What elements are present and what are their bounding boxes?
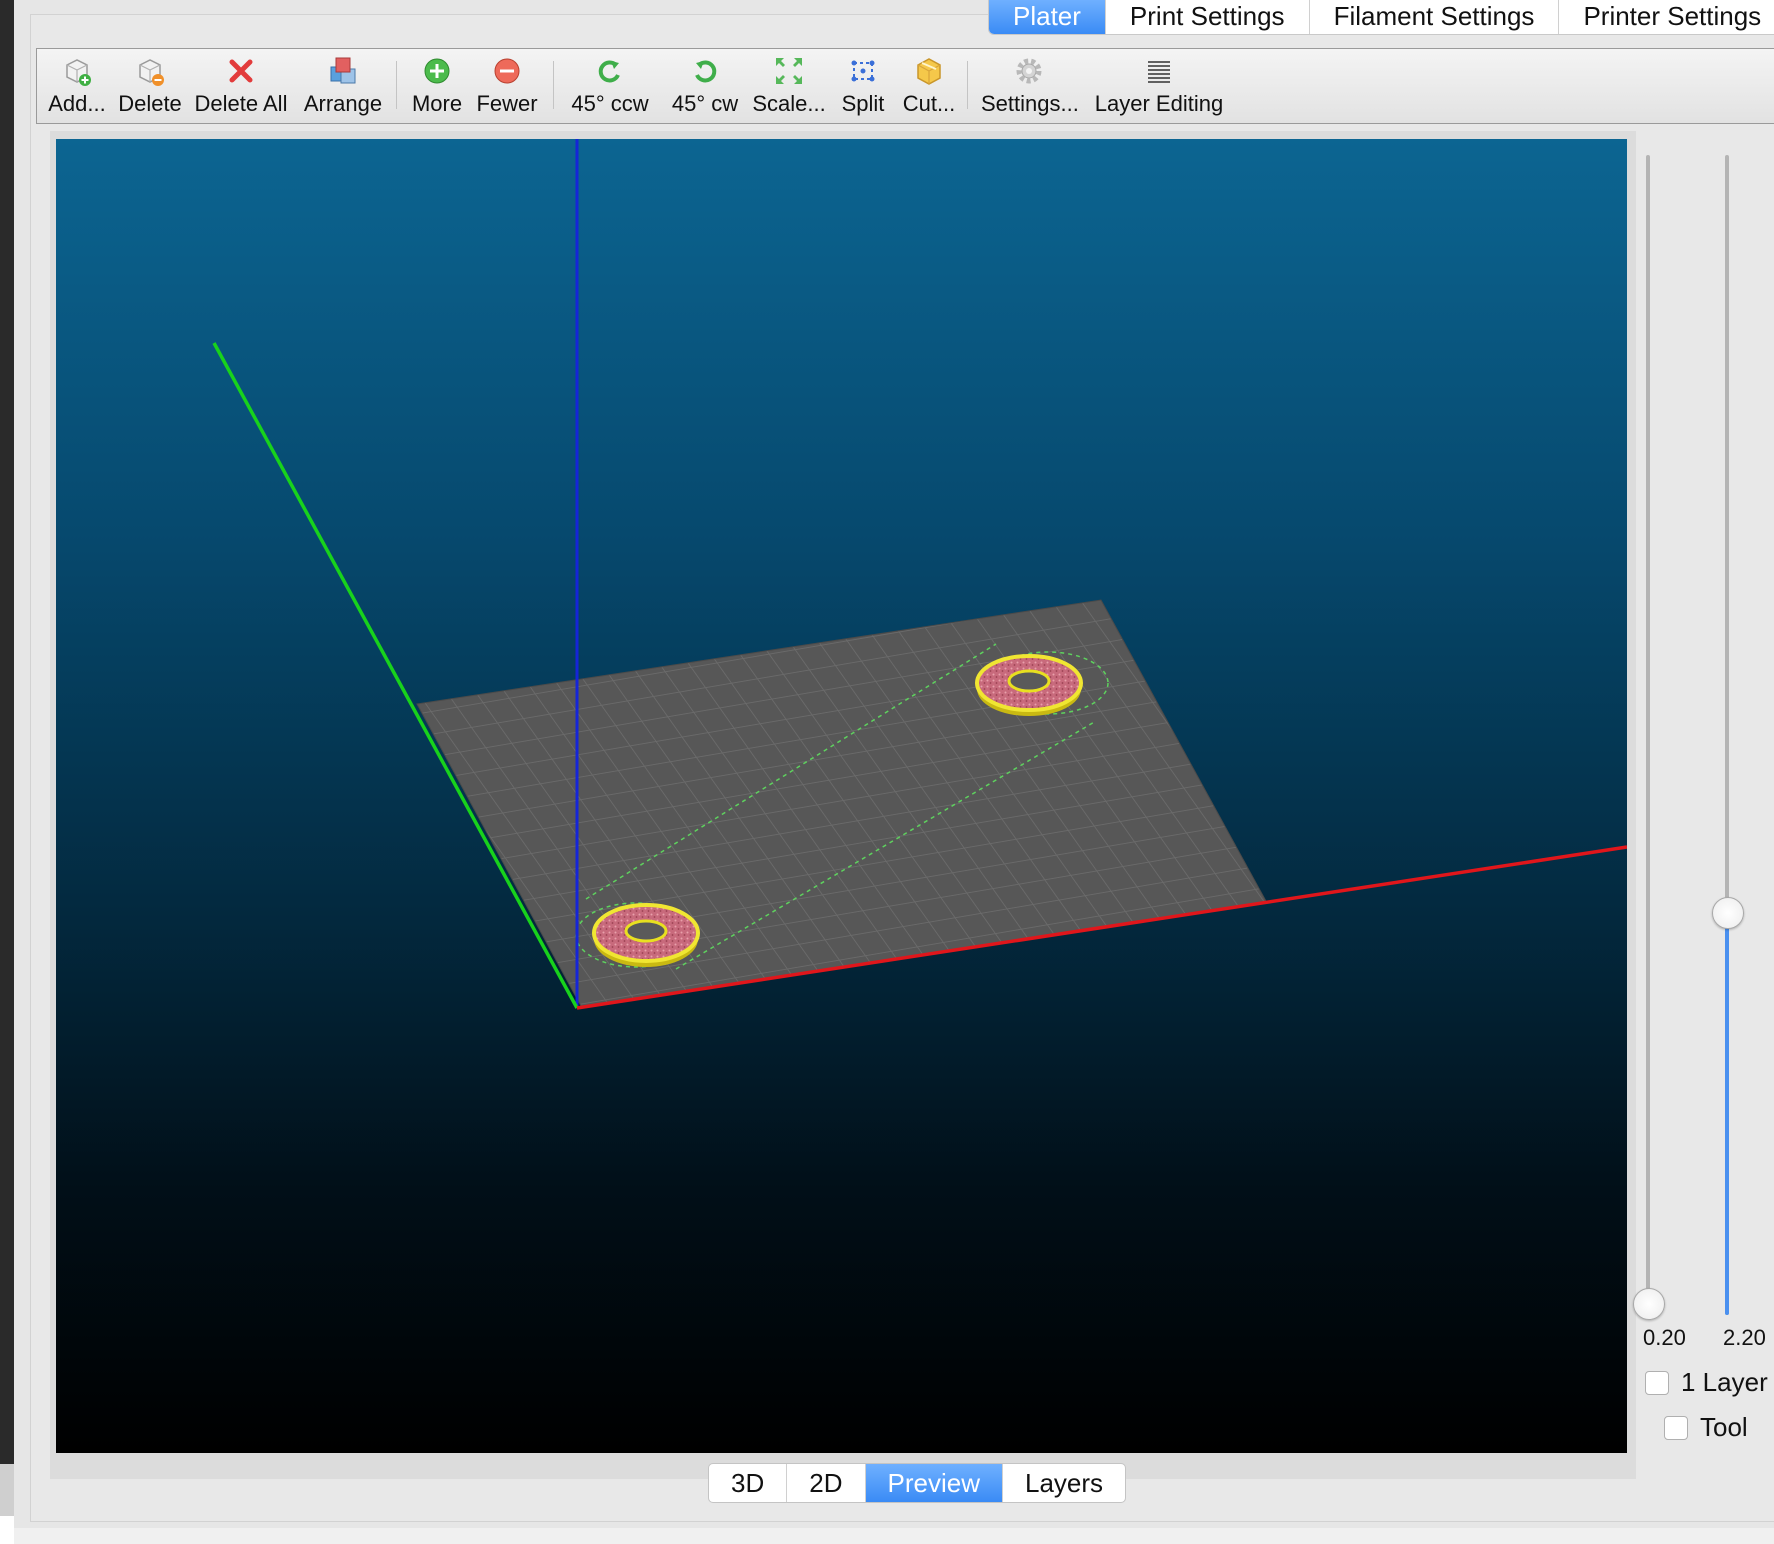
gear-icon (1016, 58, 1042, 84)
expand-arrows-icon (776, 58, 802, 84)
arrange-label: Arrange (303, 91, 383, 116)
cube-cut-icon (917, 58, 941, 85)
3d-preview-canvas[interactable] (56, 139, 1627, 1453)
view-layers-button[interactable]: Layers (1001, 1464, 1125, 1502)
window-bottom-edge (14, 1528, 1774, 1544)
view-2d-button[interactable]: 2D (786, 1464, 864, 1502)
upper-layer-slider-fill (1725, 912, 1729, 1315)
delete-all-label: Delete All (194, 91, 288, 116)
layer-editing-button[interactable]: Layer Editing (1091, 53, 1227, 123)
y-axis (212, 342, 579, 1009)
lower-layer-slider-track[interactable] (1646, 155, 1650, 1300)
upper-layer-slider-knob[interactable] (1712, 897, 1744, 929)
one-layer-option[interactable]: 1 Layer (1645, 1367, 1768, 1398)
layer-editing-label: Layer Editing (1094, 91, 1224, 116)
green-plus-circle-icon (424, 58, 450, 84)
scale-button[interactable]: Scale... (751, 53, 827, 123)
one-layer-checkbox[interactable] (1645, 1370, 1669, 1395)
view-mode-switcher: 3D 2D Preview Layers (708, 1463, 1127, 1503)
fewer-button[interactable]: Fewer (475, 53, 539, 123)
cut-button[interactable]: Cut... (899, 53, 959, 123)
split-dots-icon (851, 60, 875, 82)
scale-label: Scale... (752, 91, 826, 116)
view-3d-button[interactable]: 3D (709, 1464, 786, 1502)
delete-button[interactable]: Delete (117, 53, 183, 123)
view-preview-button[interactable]: Preview (864, 1464, 1002, 1502)
split-button[interactable]: Split (835, 53, 891, 123)
printed-part-washer (592, 903, 700, 967)
main-tabs: Plater Print Settings Filament Settings … (988, 0, 1774, 35)
fewer-label: Fewer (476, 91, 538, 116)
printed-part-washer (975, 654, 1083, 716)
rotate-ccw-label: 45° ccw (571, 91, 649, 116)
cube-plus-icon (66, 59, 91, 86)
stacked-cubes-icon (330, 57, 356, 84)
more-label: More (411, 91, 463, 116)
split-label: Split (841, 91, 885, 116)
toolbar-separator (396, 61, 397, 109)
rotate-cw-button[interactable]: 45° cw (667, 53, 743, 123)
plater-toolbar: Add... Delete Delete All Arrange More Fe… (36, 48, 1774, 124)
rotate-cw-label: 45° cw (671, 91, 739, 116)
upper-layer-value: 2.20 (1723, 1325, 1766, 1350)
background-window-edge (0, 0, 14, 1464)
tab-plater[interactable]: Plater (989, 0, 1105, 34)
more-button[interactable]: More (409, 53, 465, 123)
red-x-icon (229, 59, 253, 83)
toolbar-separator (967, 61, 968, 109)
tab-print-settings[interactable]: Print Settings (1104, 0, 1309, 34)
toolbar-separator (553, 61, 554, 109)
one-layer-label: 1 Layer (1681, 1367, 1768, 1397)
tool-label: Tool (1700, 1412, 1748, 1442)
tool-option[interactable]: Tool (1664, 1412, 1748, 1443)
scene-svg (212, 139, 1627, 1010)
background-window-edge-low (0, 1464, 14, 1516)
lower-layer-value: 0.20 (1643, 1325, 1686, 1350)
rotate-ccw-button[interactable]: 45° ccw (565, 53, 655, 123)
tab-filament-settings[interactable]: Filament Settings (1308, 0, 1559, 34)
red-minus-circle-icon (494, 58, 520, 84)
delete-all-button[interactable]: Delete All (193, 53, 289, 123)
rotate-ccw-icon (598, 60, 620, 83)
lower-layer-slider-knob[interactable] (1633, 1288, 1665, 1320)
tab-printer-settings[interactable]: Printer Settings (1558, 0, 1774, 34)
arrange-button[interactable]: Arrange (301, 53, 385, 123)
settings-label: Settings... (981, 91, 1079, 116)
add-label: Add... (48, 91, 106, 116)
cut-label: Cut... (902, 91, 956, 116)
rotate-cw-icon (695, 60, 717, 83)
add-button[interactable]: Add... (45, 53, 109, 123)
cube-minus-icon (139, 59, 164, 86)
delete-label: Delete (118, 91, 182, 116)
tool-checkbox[interactable] (1664, 1415, 1688, 1440)
settings-button[interactable]: Settings... (981, 53, 1079, 123)
layers-lines-icon (1148, 61, 1170, 83)
